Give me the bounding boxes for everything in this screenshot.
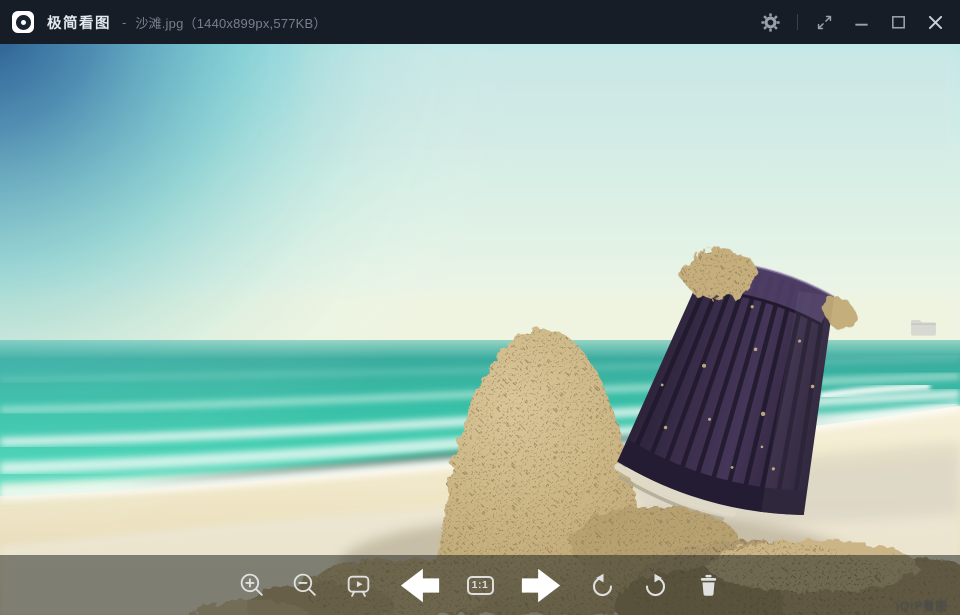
file-info: 沙滩.jpg（1440x899px,577KB） [135,13,326,32]
fullscreen-button[interactable] [814,12,835,33]
actual-size-icon: 1:1 [467,576,494,595]
slideshow-icon [344,571,373,600]
zoom-out-button[interactable] [291,571,320,600]
toolbar: 1:1 [0,555,960,615]
maximize-icon [888,12,909,33]
image-viewer: 1:1 [0,44,960,615]
rotate-left-button[interactable] [588,571,617,600]
settings-button[interactable] [760,12,781,33]
gear-icon [760,12,781,33]
photo-vignette [0,44,960,615]
logo-dot [21,20,26,25]
open-folder-button[interactable] [909,316,938,342]
zoom-out-icon [291,571,320,600]
minimize-button[interactable] [851,12,872,33]
minimize-icon [851,12,872,33]
previous-arrow-icon [398,567,442,604]
actual-size-button[interactable]: 1:1 [467,576,494,595]
previous-image-button[interactable] [398,567,442,604]
zoom-in-button[interactable] [238,571,267,600]
folder-icon [909,316,938,339]
zoom-in-icon [238,571,267,600]
next-image-button[interactable] [519,567,563,604]
delete-button[interactable] [694,571,723,600]
next-arrow-icon [519,567,563,604]
trash-icon [694,571,723,600]
maximize-button[interactable] [888,12,909,33]
title-bar: 极简看图 - 沙滩.jpg（1440x899px,577KB） [0,0,960,44]
app-window: 极简看图 - 沙滩.jpg（1440x899px,577KB） [0,0,960,615]
rotate-left-icon [588,571,617,600]
titlebar-divider [797,14,798,30]
app-logo-icon [12,11,34,33]
titlebar-controls [760,12,946,33]
logo-ring [16,15,31,30]
photo-beach-bucket [0,44,960,615]
rotate-right-button[interactable] [641,571,670,600]
close-button[interactable] [925,12,946,33]
titlebar-left: 极简看图 - 沙滩.jpg（1440x899px,577KB） [12,11,327,33]
app-title: 极简看图 [47,12,111,33]
rotate-right-icon [641,571,670,600]
slideshow-button[interactable] [344,571,373,600]
fullscreen-icon [814,12,835,33]
close-icon [925,12,946,33]
title-separator: - [122,15,126,30]
